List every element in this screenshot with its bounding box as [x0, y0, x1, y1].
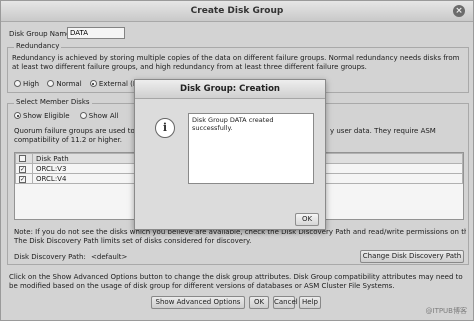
create-disk-group-window: Create Disk Group × Disk Group Name Redu…	[0, 0, 474, 321]
creation-dialog: Disk Group: Creation i Disk Group DATA c…	[134, 79, 326, 230]
watermark: @ITPUB博客	[425, 307, 468, 315]
dialog-message: Disk Group DATA created successfully.	[188, 113, 314, 184]
dialog-ok-button[interactable]: OK	[295, 213, 319, 226]
info-icon: i	[155, 118, 175, 138]
window-titlebar: Create Disk Group ×	[1, 1, 473, 22]
dialog-title: Disk Group: Creation	[135, 80, 325, 99]
window-title: Create Disk Group	[190, 6, 284, 16]
close-icon[interactable]: ×	[453, 5, 465, 17]
